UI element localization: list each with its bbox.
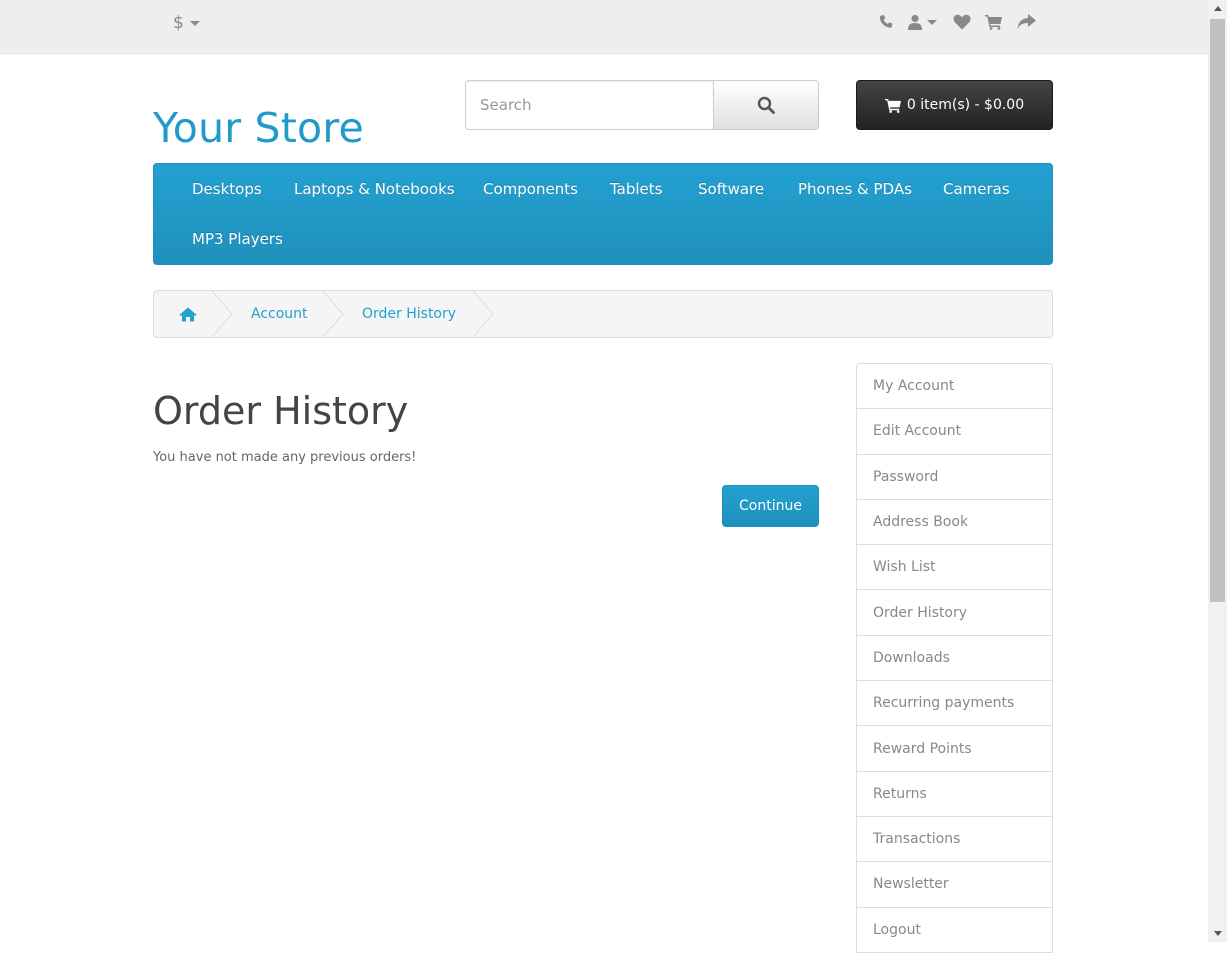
menu-item-laptops-notebooks[interactable]: Laptops & Notebooks	[294, 180, 455, 198]
chevron-down-icon	[189, 20, 200, 26]
search-bar	[465, 80, 819, 130]
currency-dropdown[interactable]: $	[173, 13, 200, 33]
page-title: Order History	[153, 389, 409, 433]
store-logo[interactable]: Your Store	[153, 100, 364, 156]
breadcrumb-separator	[472, 291, 494, 337]
empty-orders-message: You have not made any previous orders!	[153, 450, 417, 465]
breadcrumb-separator	[322, 291, 344, 337]
cart-button[interactable]: 0 item(s) - $0.00	[856, 80, 1053, 130]
search-input[interactable]	[465, 80, 713, 130]
breadcrumb-home[interactable]	[179, 291, 197, 337]
sidebar-item-logout[interactable]: Logout	[856, 906, 1053, 953]
phone-icon[interactable]	[878, 14, 894, 30]
sidebar-item-password[interactable]: Password	[856, 453, 1053, 500]
account-dropdown[interactable]	[908, 14, 937, 30]
currency-symbol: $	[173, 13, 184, 33]
top-links	[878, 14, 1050, 30]
cart-total-label: 0 item(s) - $0.00	[906, 97, 1025, 113]
scroll-up-arrow-icon[interactable]	[1208, 0, 1227, 17]
scrollbar-thumb[interactable]	[1210, 19, 1225, 602]
menu-item-cameras[interactable]: Cameras	[943, 180, 1010, 198]
sidebar-item-order-history[interactable]: Order History	[856, 589, 1053, 636]
menu-item-desktops[interactable]: Desktops	[192, 180, 262, 198]
chevron-down-icon	[927, 19, 937, 25]
sidebar-item-reward-points[interactable]: Reward Points	[856, 725, 1053, 772]
cart-icon	[884, 98, 901, 113]
search-icon	[757, 96, 775, 114]
continue-button[interactable]: Continue	[722, 485, 819, 527]
breadcrumb-account[interactable]: Account	[251, 291, 308, 337]
cart-icon[interactable]	[985, 14, 1003, 30]
sidebar-item-address-book[interactable]: Address Book	[856, 498, 1053, 546]
user-icon	[908, 14, 922, 30]
menu-item-phones-pdas[interactable]: Phones & PDAs	[798, 180, 912, 198]
account-sidebar: My Account Edit Account Password Address…	[856, 363, 1053, 953]
sidebar-item-my-account[interactable]: My Account	[856, 363, 1053, 410]
top-bar: $	[0, 0, 1208, 54]
sidebar-item-downloads[interactable]: Downloads	[856, 634, 1053, 682]
search-button[interactable]	[713, 80, 819, 130]
heart-icon[interactable]	[953, 14, 971, 30]
sidebar-item-wish-list[interactable]: Wish List	[856, 544, 1053, 591]
breadcrumb-order-history[interactable]: Order History	[362, 291, 456, 337]
sidebar-item-recurring-payments[interactable]: Recurring payments	[856, 680, 1053, 727]
sidebar-item-newsletter[interactable]: Newsletter	[856, 861, 1053, 908]
scroll-down-arrow-icon[interactable]	[1208, 925, 1227, 942]
breadcrumb: Account Order History	[153, 290, 1053, 338]
breadcrumb-separator	[211, 291, 233, 337]
menu-item-mp3-players[interactable]: MP3 Players	[192, 230, 283, 248]
menu-item-components[interactable]: Components	[483, 180, 578, 198]
sidebar-item-returns[interactable]: Returns	[856, 770, 1053, 817]
home-icon	[179, 307, 197, 321]
sidebar-item-edit-account[interactable]: Edit Account	[856, 408, 1053, 455]
main-menu: Desktops Laptops & Notebooks Components …	[153, 163, 1053, 265]
menu-item-tablets[interactable]: Tablets	[610, 180, 663, 198]
sidebar-item-transactions[interactable]: Transactions	[856, 815, 1053, 863]
page-scrollbar[interactable]	[1208, 0, 1227, 942]
share-icon[interactable]	[1017, 14, 1036, 30]
menu-item-software[interactable]: Software	[698, 180, 764, 198]
